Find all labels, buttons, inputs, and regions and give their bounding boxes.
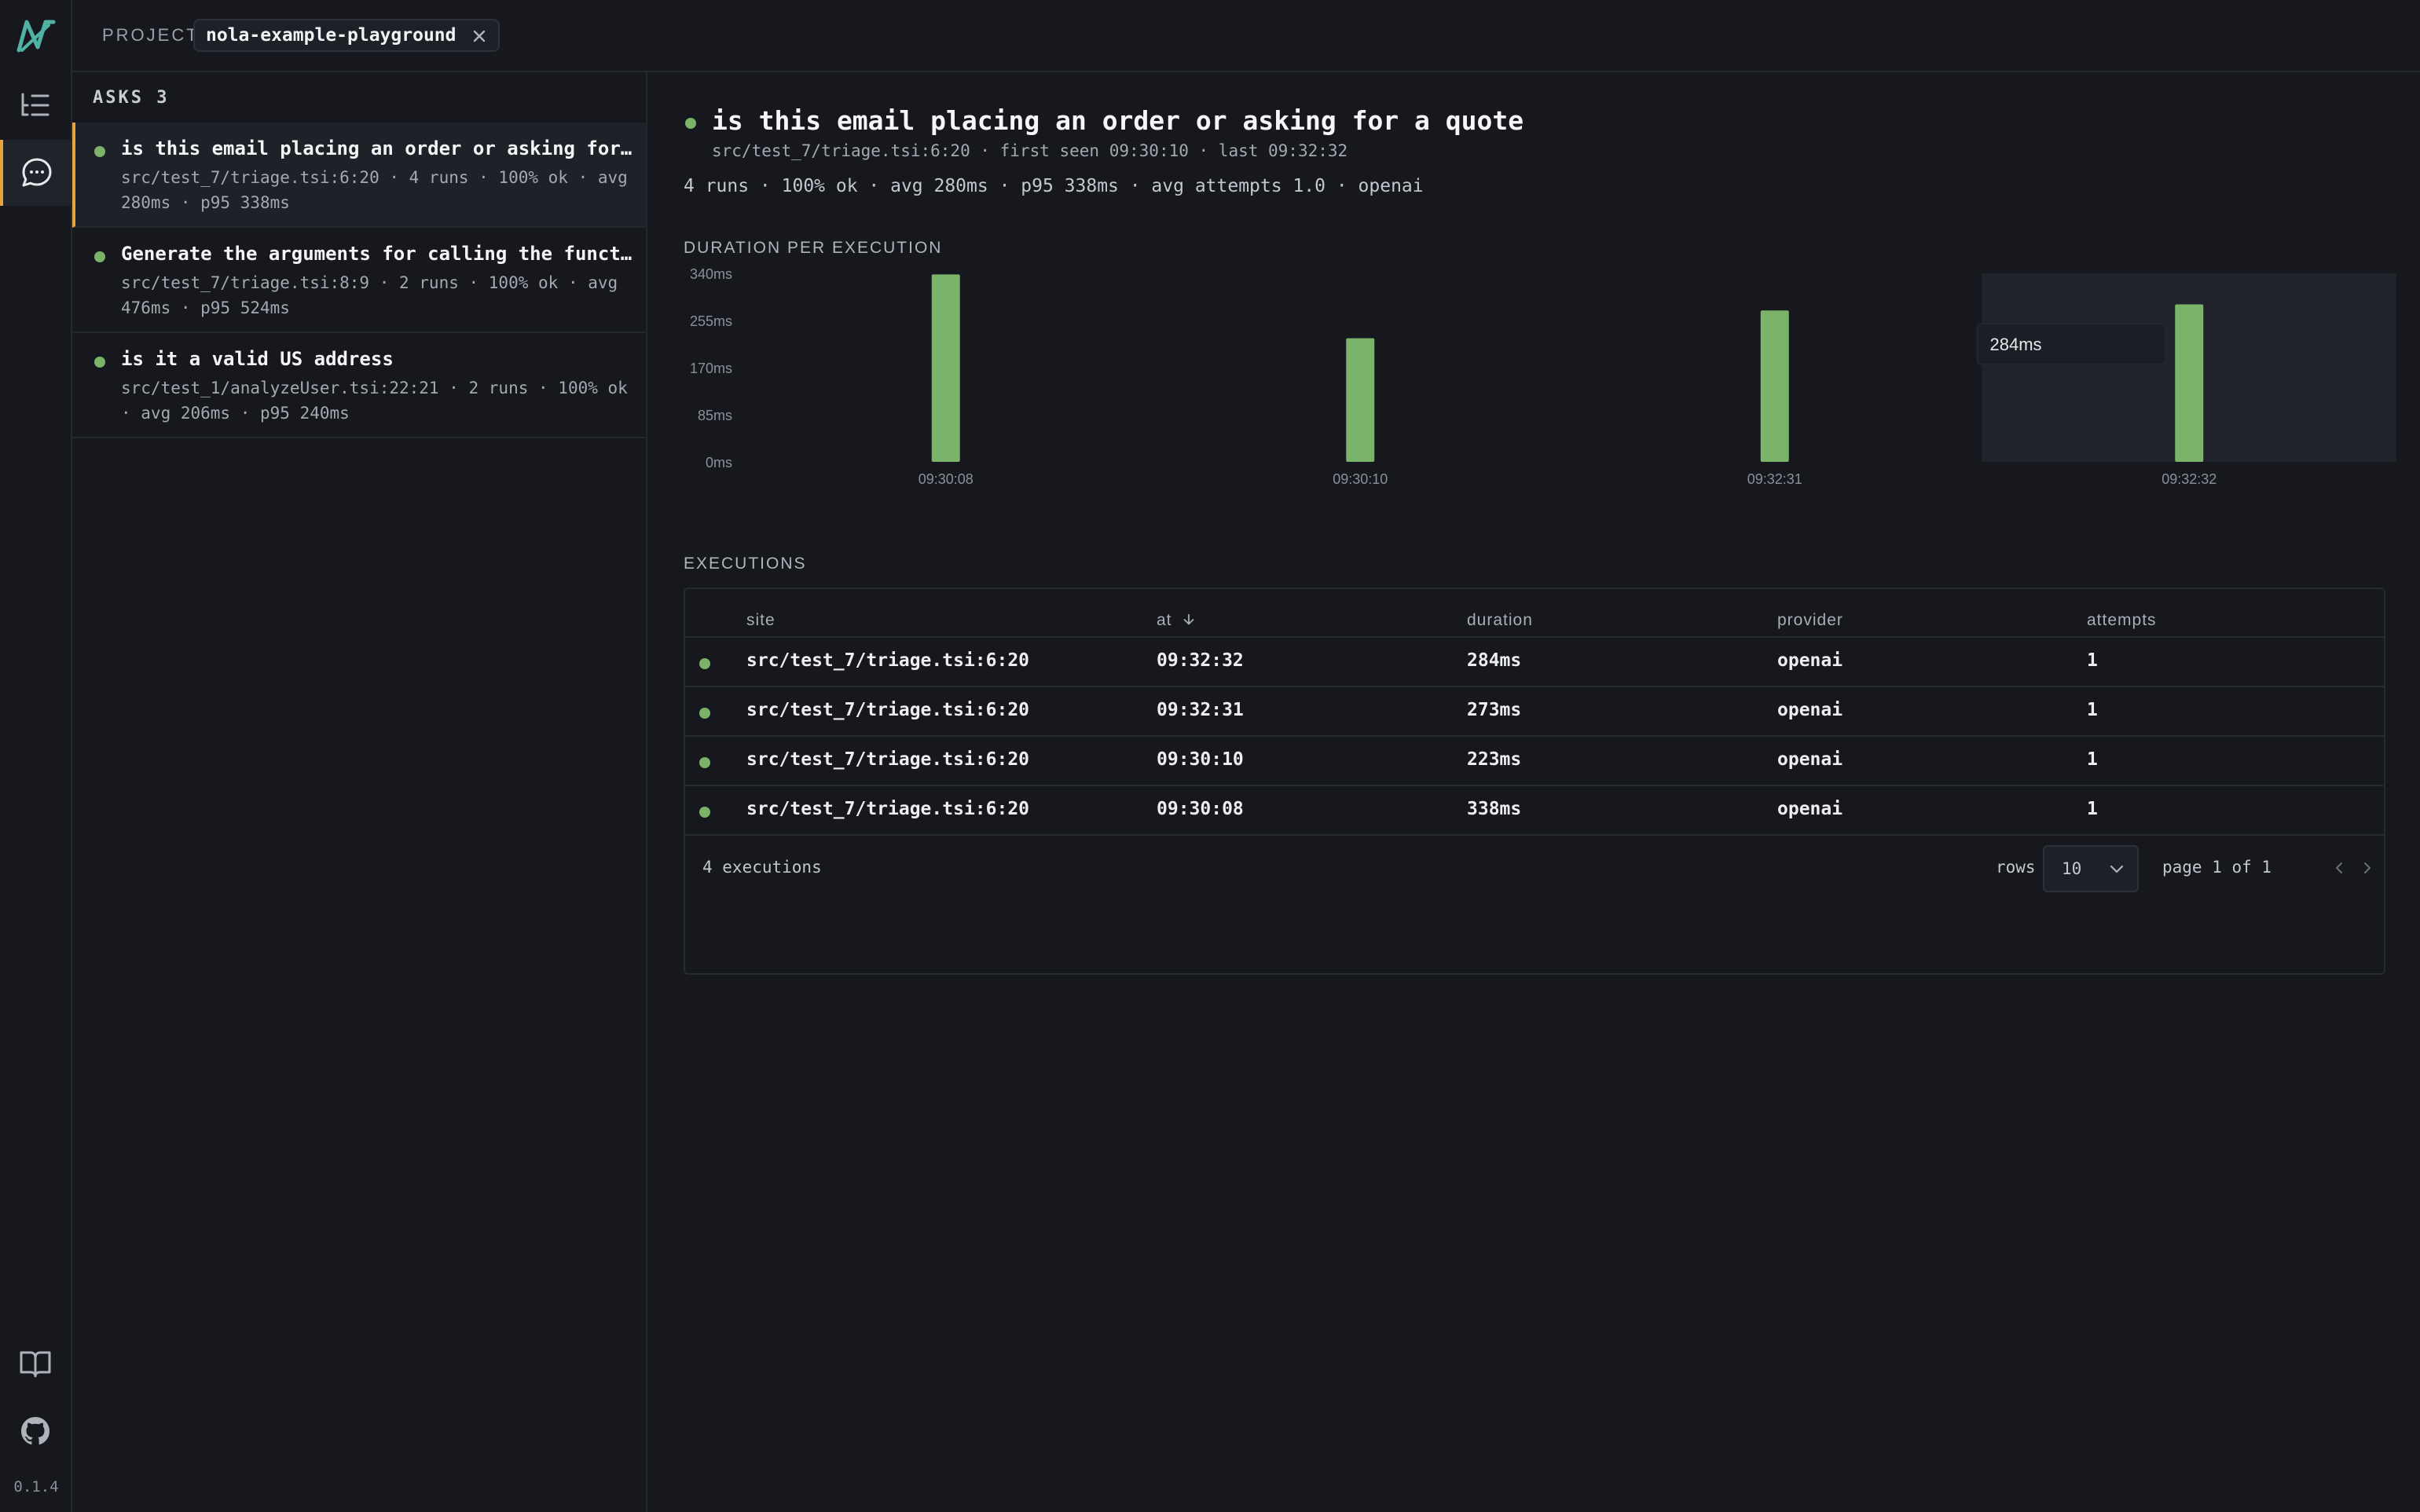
page-subtitle: src/test_7/triage.tsi:6:20 · first seen … — [712, 141, 1348, 160]
cell-attempts: 1 — [2087, 650, 2098, 671]
x-tick-label: 09:32:32 — [2162, 471, 2216, 487]
page-indicator: page 1 of 1 — [2162, 858, 2272, 877]
chevron-down-icon — [2110, 865, 2124, 873]
cell-at: 09:32:32 — [1157, 650, 1244, 671]
y-tick-label: 170ms — [690, 361, 732, 376]
status-dot — [94, 146, 105, 157]
ask-list-item[interactable]: Generate the arguments for calling the f… — [72, 228, 646, 333]
x-tick-label: 09:32:31 — [1747, 471, 1802, 487]
column-header-attempts[interactable]: attempts — [2087, 611, 2157, 630]
y-tick-label: 85ms — [698, 408, 732, 423]
status-dot — [699, 658, 710, 669]
executions-table: site at duration provider attempts src/t… — [684, 588, 2385, 975]
cell-site: src/test_7/triage.tsi:6:20 — [746, 700, 1030, 720]
cell-provider: openai — [1777, 799, 1843, 819]
cell-duration: 223ms — [1467, 749, 1522, 770]
project-name: nola-example-playground — [206, 25, 456, 46]
summary-stats: 4 runs · 100% ok · avg 280ms · p95 338ms… — [684, 176, 1424, 196]
ask-list-item[interactable]: is it a valid US address src/test_1/anal… — [72, 333, 646, 438]
status-dot — [699, 807, 710, 818]
book-icon — [20, 1351, 51, 1378]
y-tick-label: 255ms — [690, 313, 732, 329]
ask-title: is it a valid US address — [121, 348, 394, 370]
rows-per-page-select[interactable]: 10 — [2043, 845, 2139, 892]
tooltip-text: 284ms — [1990, 335, 2042, 354]
arrow-down-icon — [1184, 613, 1194, 625]
x-tick-label: 09:30:08 — [918, 471, 974, 487]
cell-provider: openai — [1777, 700, 1843, 720]
chevron-left-icon — [2336, 862, 2342, 873]
prev-page-button[interactable] — [2326, 855, 2352, 881]
ask-meta: src/test_7/triage.tsi:6:20 · 4 runs · 10… — [121, 168, 628, 212]
cell-at: 09:32:31 — [1157, 700, 1244, 720]
chart-bar[interactable] — [1760, 310, 1789, 462]
page-title: is this email placing an order or asking… — [712, 105, 1524, 136]
table-row[interactable]: src/test_7/triage.tsi:6:20 09:30:10 223m… — [685, 735, 2384, 784]
column-header-at-label: at — [1157, 611, 1172, 629]
asks-panel: ASKS 3 is this email placing an order or… — [72, 72, 647, 1512]
app-version: 0.1.4 — [13, 1478, 59, 1496]
nola-logo[interactable] — [14, 17, 58, 55]
cell-duration: 284ms — [1467, 650, 1522, 671]
duration-section-label: DURATION PER EXECUTION — [684, 239, 943, 257]
chart-bar[interactable] — [931, 274, 960, 462]
ask-meta: src/test_1/analyzeUser.tsi:22:21 · 2 run… — [121, 379, 628, 423]
cell-attempts: 1 — [2087, 799, 2098, 819]
column-header-at[interactable]: at — [1157, 611, 1196, 630]
executions-section-label: EXECUTIONS — [684, 555, 807, 573]
cell-duration: 338ms — [1467, 799, 1522, 819]
chevron-right-icon — [2364, 862, 2370, 873]
cell-at: 09:30:08 — [1157, 799, 1244, 819]
status-dot — [685, 118, 696, 129]
rows-per-page-value: 10 — [2062, 859, 2082, 878]
chat-nav-button[interactable] — [0, 140, 71, 206]
ask-list-item[interactable]: is this email placing an order or asking… — [72, 123, 646, 228]
rows-label: rows — [1996, 858, 2036, 877]
y-tick-label: 0ms — [706, 455, 732, 470]
cell-attempts: 1 — [2087, 700, 2098, 720]
cell-provider: openai — [1777, 749, 1843, 770]
nav-rail: 0.1.4 — [0, 0, 72, 1512]
asks-header: ASKS 3 — [93, 88, 170, 108]
table-footer: 4 executions rows 10 page 1 of 1 — [685, 834, 2384, 904]
status-dot — [699, 757, 710, 768]
ask-detail: is this email placing an order or asking… — [649, 72, 2420, 1512]
duration-chart[interactable]: 340ms 255ms 170ms 85ms 0ms 09:30:08 09:30:10 09… — [684, 269, 2396, 504]
close-icon[interactable] — [468, 25, 490, 47]
execution-count: 4 executions — [702, 858, 822, 877]
ask-title: Generate the arguments for calling the f… — [121, 243, 633, 265]
chart-bar[interactable] — [1346, 338, 1375, 462]
project-chip[interactable]: nola-example-playground — [193, 19, 500, 52]
cell-site: src/test_7/triage.tsi:6:20 — [746, 749, 1030, 770]
status-dot — [699, 708, 710, 719]
cell-site: src/test_7/triage.tsi:6:20 — [746, 799, 1030, 819]
top-bar: PROJECT nola-example-playground — [72, 0, 2420, 72]
table-row[interactable]: src/test_7/triage.tsi:6:20 09:32:32 284m… — [685, 636, 2384, 685]
chart-bar[interactable] — [2175, 304, 2204, 462]
list-icon — [21, 93, 50, 116]
github-nav-button[interactable] — [0, 1398, 71, 1464]
table-row[interactable]: src/test_7/triage.tsi:6:20 09:30:08 338m… — [685, 785, 2384, 833]
github-icon — [21, 1417, 50, 1445]
column-header-site[interactable]: site — [746, 611, 776, 630]
project-label: PROJECT — [102, 25, 200, 45]
next-page-button[interactable] — [2354, 855, 2381, 881]
cell-provider: openai — [1777, 650, 1843, 671]
cell-site: src/test_7/triage.tsi:6:20 — [746, 650, 1030, 671]
chat-bubble-icon — [22, 158, 52, 187]
docs-nav-button[interactable] — [0, 1331, 71, 1397]
ask-title: is this email placing an order or asking… — [121, 137, 633, 159]
asks-nav-button[interactable] — [0, 72, 71, 138]
status-dot — [94, 357, 105, 368]
cell-at: 09:30:10 — [1157, 749, 1244, 770]
table-row[interactable]: src/test_7/triage.tsi:6:20 09:32:31 273m… — [685, 686, 2384, 734]
ask-meta: src/test_7/triage.tsi:8:9 · 2 runs · 100… — [121, 273, 618, 317]
status-dot — [94, 251, 105, 262]
x-tick-label: 09:30:10 — [1333, 471, 1388, 487]
column-header-provider[interactable]: provider — [1777, 611, 1843, 630]
cell-attempts: 1 — [2087, 749, 2098, 770]
y-tick-label: 340ms — [690, 269, 732, 282]
column-header-duration[interactable]: duration — [1467, 611, 1533, 630]
cell-duration: 273ms — [1467, 700, 1522, 720]
